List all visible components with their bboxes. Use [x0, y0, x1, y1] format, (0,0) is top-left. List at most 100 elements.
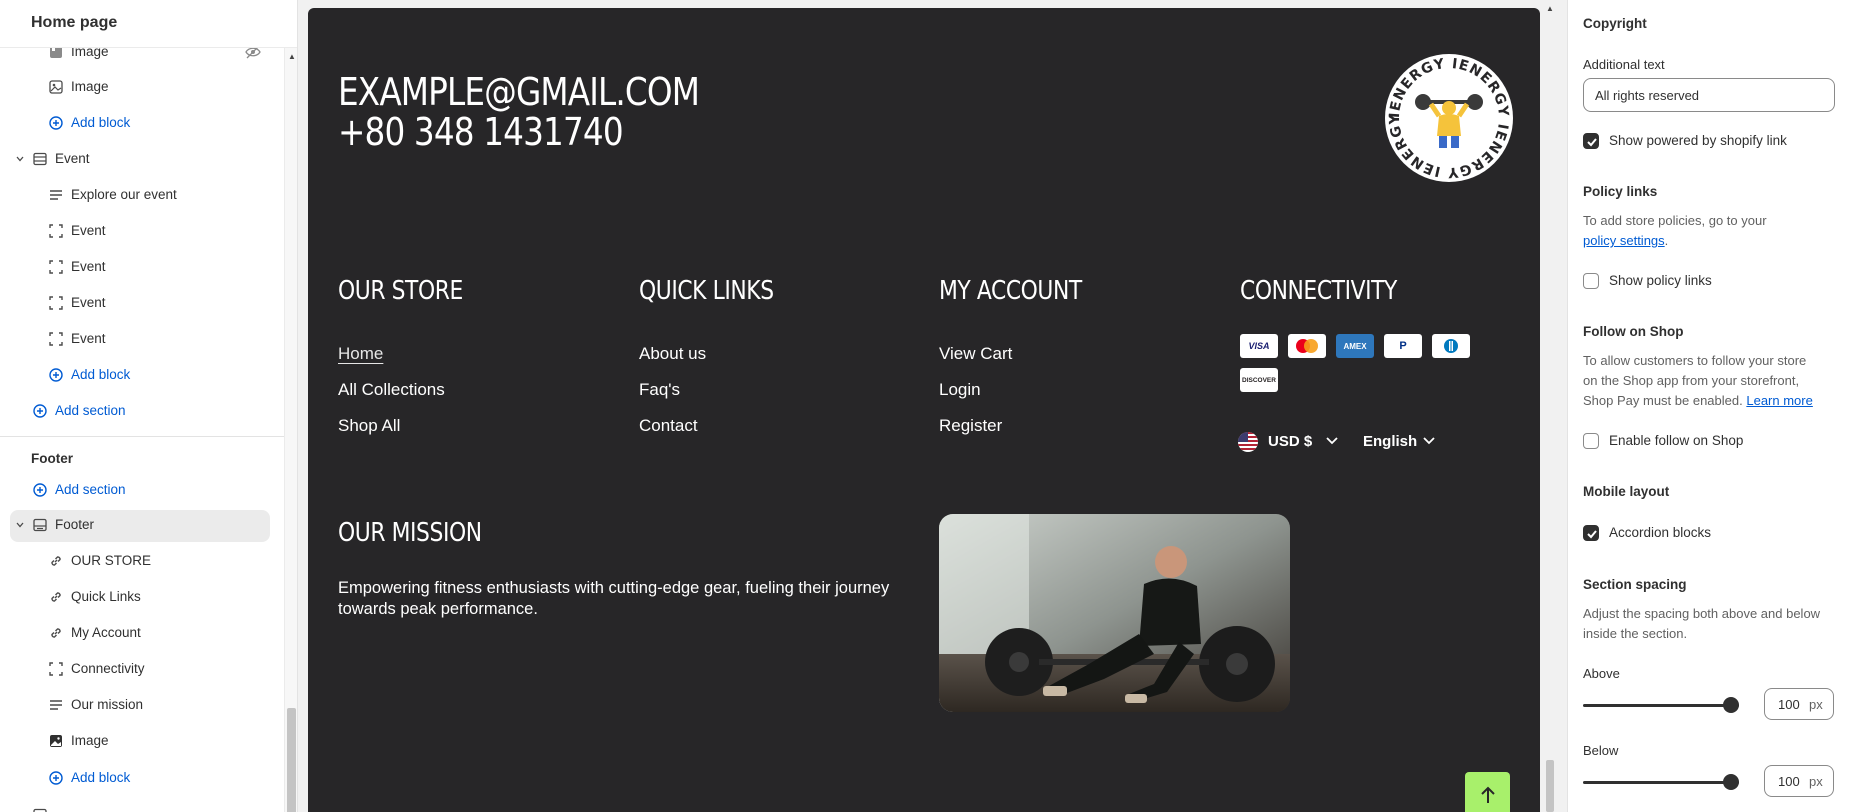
chevron-down-icon[interactable]	[15, 520, 25, 530]
paypal-icon: P	[1384, 334, 1422, 358]
sidebar-section-partial[interactable]	[0, 800, 284, 812]
footer-link-faqs[interactable]: Faq's	[639, 380, 680, 400]
footer-link-view-cart[interactable]: View Cart	[939, 344, 1012, 364]
chevron-down-icon	[1326, 437, 1338, 445]
below-slider[interactable]	[1583, 774, 1739, 790]
checkmark-icon	[1587, 138, 1597, 147]
back-to-top-button[interactable]	[1465, 772, 1510, 812]
contact-email[interactable]: EXAMPLE@GMAIL.COM	[338, 70, 700, 114]
sidebar-item-connectivity[interactable]: Connectivity	[0, 654, 284, 684]
scroll-up-icon[interactable]: ▲	[288, 52, 296, 61]
footer-link-contact[interactable]: Contact	[639, 416, 698, 436]
footer-link-about-us[interactable]: About us	[639, 344, 706, 364]
slider-track[interactable]	[1583, 704, 1739, 707]
sections-sidebar: Image Image Add block Event Explore our …	[0, 0, 298, 812]
sidebar-item-quick-links[interactable]: Quick Links	[0, 582, 284, 612]
add-circle-icon	[33, 483, 47, 497]
checkbox-box[interactable]	[1583, 133, 1599, 149]
diners-club-icon	[1432, 334, 1470, 358]
language-value: English	[1363, 433, 1418, 450]
slider-track[interactable]	[1583, 781, 1739, 784]
discover-icon: DISCOVER	[1240, 368, 1278, 392]
footer-link-home[interactable]: Home	[338, 344, 383, 364]
add-block-button[interactable]: Add block	[0, 108, 284, 138]
add-block-button[interactable]: Add block	[0, 360, 284, 390]
above-number-input[interactable]: 100 px	[1764, 688, 1834, 720]
sidebar-item-our-mission[interactable]: Our mission	[0, 690, 284, 720]
footer-preview: EXAMPLE@GMAIL.COM +80 348 1431740 IENERG…	[308, 8, 1540, 812]
block-icon	[49, 224, 63, 238]
add-section-button[interactable]: Add section	[0, 396, 284, 426]
below-number-input[interactable]: 100 px	[1764, 765, 1834, 797]
policy-help-text: To add store policies, go to your policy…	[1583, 213, 1767, 248]
scrollbar-thumb[interactable]	[287, 708, 296, 812]
footer-heading-our-store: OUR STORE	[338, 276, 463, 306]
above-slider[interactable]	[1583, 697, 1739, 713]
sidebar-item-event[interactable]: Event	[0, 216, 284, 246]
link-icon	[51, 628, 61, 638]
checkbox-box[interactable]	[1583, 525, 1599, 541]
sidebar-tree: Image Image Add block Event Explore our …	[0, 0, 284, 812]
block-icon	[49, 260, 63, 274]
add-circle-icon	[49, 368, 63, 382]
policy-settings-link[interactable]: policy settings	[1583, 233, 1665, 248]
learn-more-link[interactable]: Learn more	[1746, 393, 1812, 408]
add-circle-icon	[49, 771, 63, 785]
footer-link-shop-all[interactable]: Shop All	[338, 416, 400, 436]
contact-phone[interactable]: +80 348 1431740	[338, 110, 624, 154]
spacing-help-text: Adjust the spacing both above and below …	[1583, 606, 1821, 641]
sidebar-section-footer[interactable]: Footer	[0, 510, 284, 542]
arrow-up-icon	[1480, 786, 1495, 803]
checkbox-box[interactable]	[1583, 433, 1599, 449]
page-title: Home page	[31, 14, 118, 31]
sidebar-item-event[interactable]: Event	[0, 252, 284, 282]
footer-link-login[interactable]: Login	[939, 380, 981, 400]
theme-editor: Image Image Add block Event Explore our …	[0, 0, 1850, 812]
sidebar-section-event[interactable]: Event	[0, 144, 284, 174]
footer-heading-connectivity: CONNECTIVITY	[1240, 276, 1397, 306]
image-icon	[49, 80, 63, 94]
section-icon	[33, 808, 47, 812]
sidebar-scrollbar[interactable]: ▲	[284, 48, 297, 812]
sidebar-item-my-account[interactable]: My Account	[0, 618, 284, 648]
sidebar-item-event[interactable]: Event	[0, 288, 284, 318]
slider-thumb[interactable]	[1723, 774, 1739, 790]
scrollbar-thumb[interactable]	[1546, 760, 1554, 812]
section-icon	[33, 152, 47, 166]
text-icon	[50, 190, 62, 200]
add-block-button[interactable]: Add block	[0, 763, 284, 793]
us-flag-icon	[1238, 432, 1258, 452]
footer-heading-my-account: MY ACCOUNT	[939, 276, 1082, 306]
mastercard-icon	[1288, 334, 1326, 358]
chevron-down-icon	[1423, 437, 1435, 445]
scroll-up-icon[interactable]: ▲	[1546, 4, 1554, 13]
checkbox-box[interactable]	[1583, 273, 1599, 289]
block-icon	[49, 296, 63, 310]
link-icon	[51, 592, 61, 602]
above-label: Above	[1583, 666, 1620, 681]
slider-thumb[interactable]	[1723, 697, 1739, 713]
additional-text-input[interactable]: All rights reserved	[1583, 78, 1835, 112]
sidebar-item-explore-our-event[interactable]: Explore our event	[0, 180, 284, 210]
follow-on-shop-heading: Follow on Shop	[1583, 324, 1684, 339]
sidebar-item-our-store[interactable]: OUR STORE	[0, 546, 284, 576]
sidebar-item-event[interactable]: Event	[0, 324, 284, 354]
follow-help-text: To allow customers to follow your store …	[1583, 353, 1813, 408]
footer-link-all-collections[interactable]: All Collections	[338, 380, 445, 400]
footer-heading-quick-links: QUICK LINKS	[639, 276, 774, 306]
mission-image	[939, 514, 1290, 712]
sidebar-item-image[interactable]: Image	[0, 72, 284, 102]
preview-scrollbar[interactable]: ▲	[1543, 0, 1557, 812]
currency-value: USD $	[1268, 433, 1313, 450]
copyright-heading: Copyright	[1583, 16, 1647, 31]
preview-area: EXAMPLE@GMAIL.COM +80 348 1431740 IENERG…	[298, 0, 1567, 812]
sidebar-item-image[interactable]: Image	[0, 726, 284, 756]
additional-text-label: Additional text	[1583, 57, 1665, 72]
footer-link-register[interactable]: Register	[939, 416, 1002, 436]
chevron-down-icon[interactable]	[15, 154, 25, 164]
mobile-layout-heading: Mobile layout	[1583, 484, 1670, 499]
add-section-button[interactable]: Add section	[0, 475, 284, 505]
add-circle-icon	[49, 116, 63, 130]
text-icon	[50, 700, 62, 710]
footer-section-icon	[33, 518, 47, 532]
